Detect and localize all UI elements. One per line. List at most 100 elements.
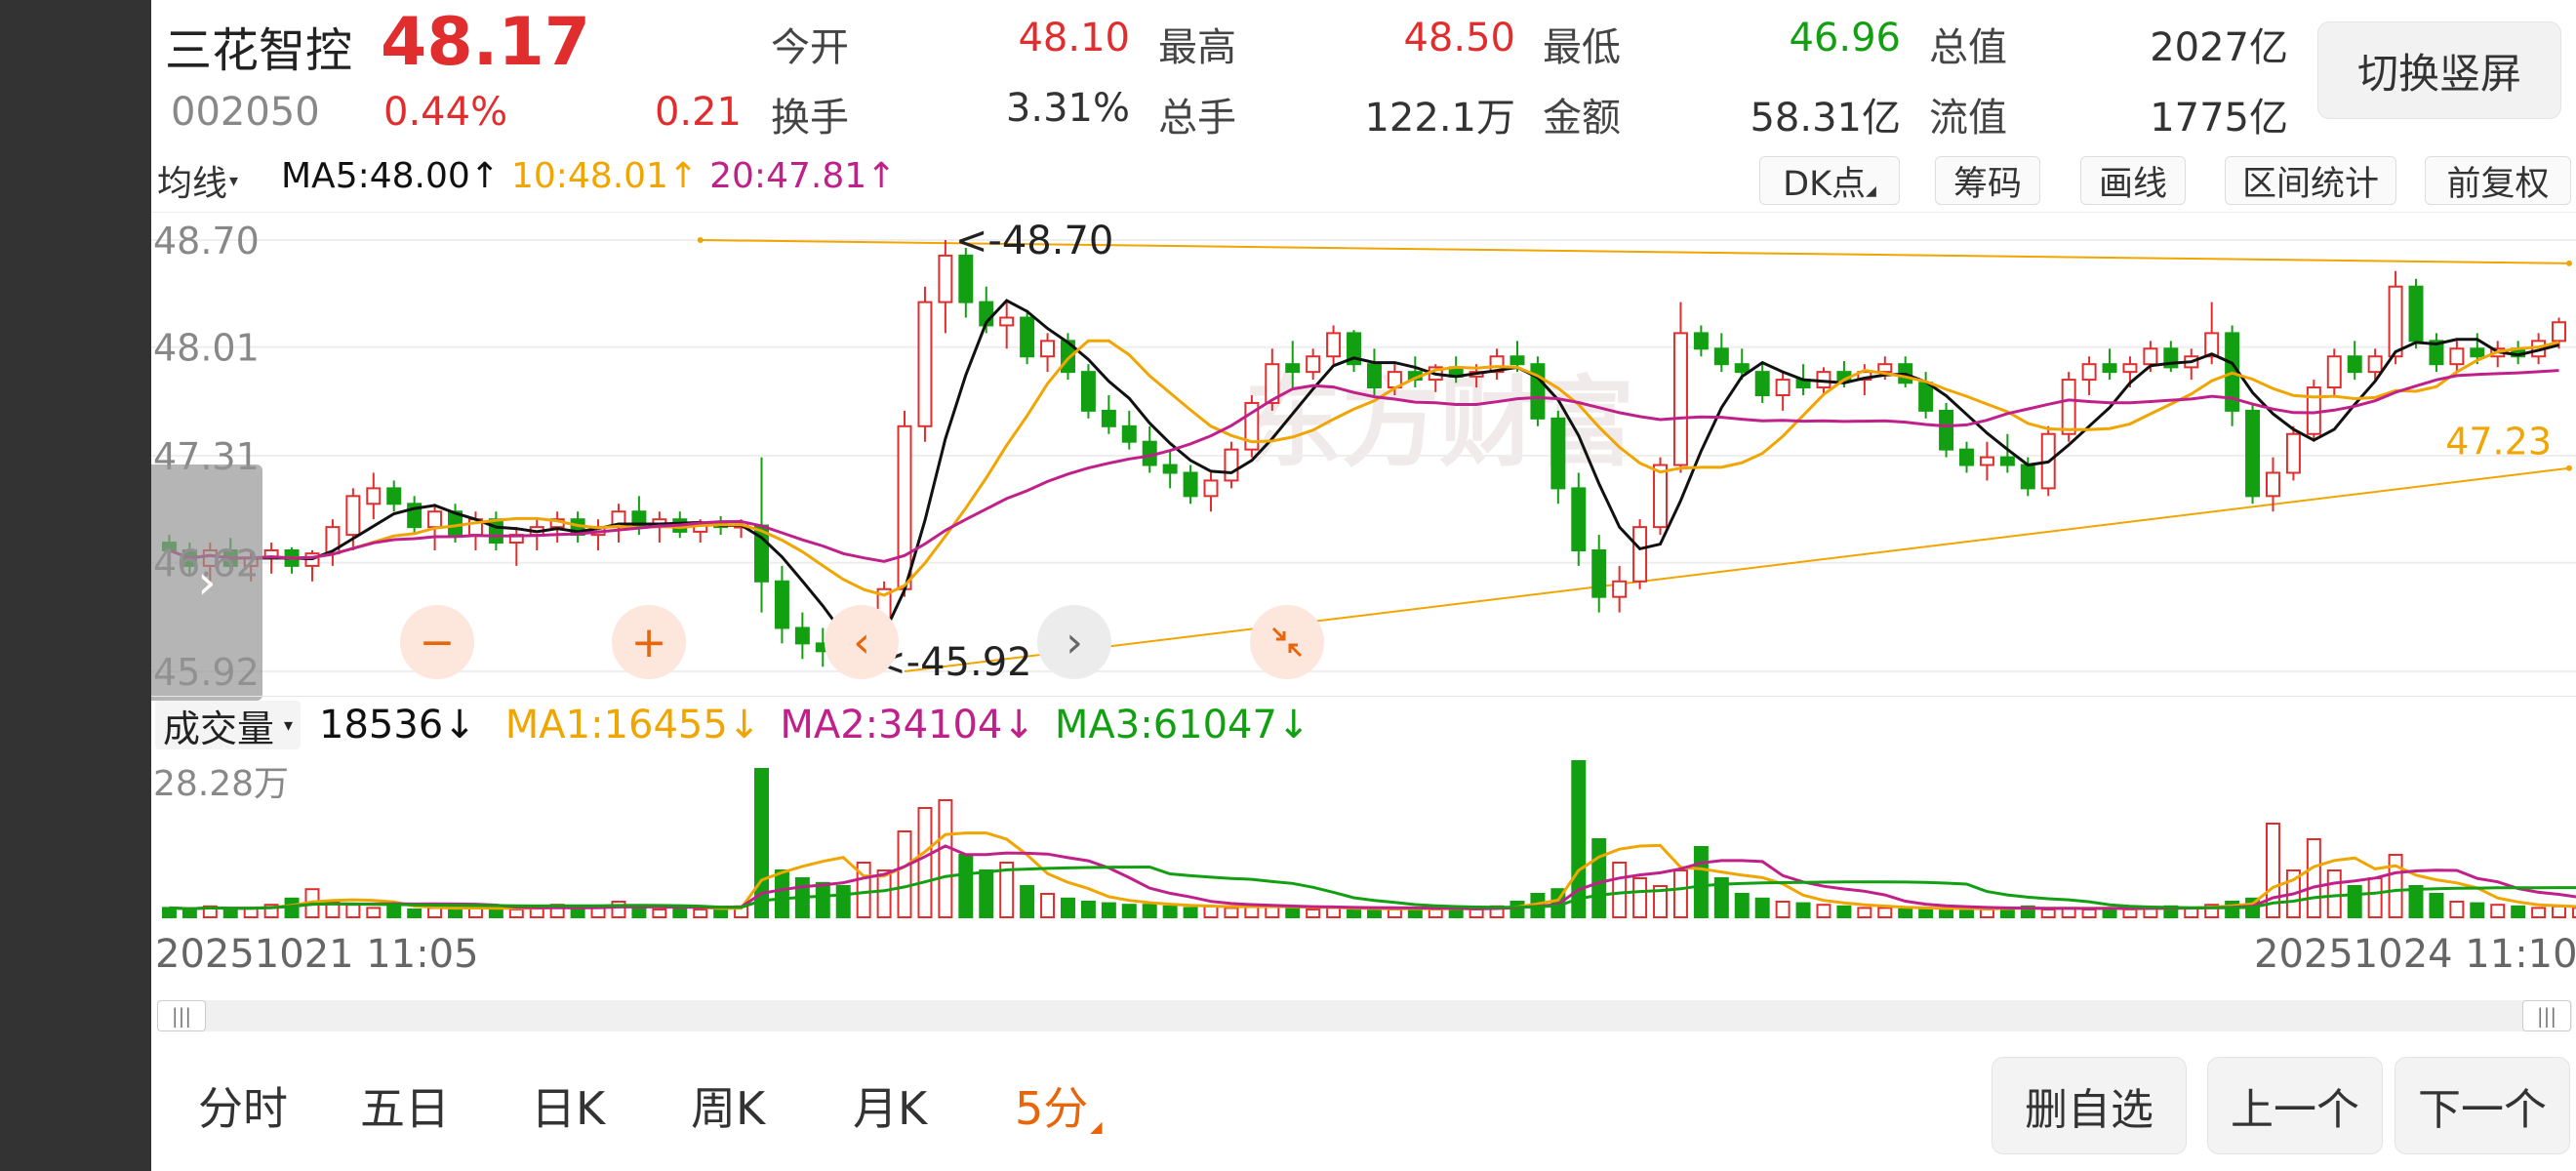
volume-bar [2347, 885, 2362, 918]
tab-monthly-k[interactable]: 月K [853, 1073, 927, 1138]
candle-body [1101, 409, 1116, 427]
dk-point-label: DK点 [1783, 164, 1867, 204]
plus-icon: + [630, 617, 667, 667]
candle-body [1939, 409, 1954, 451]
reset-zoom-button[interactable] [1250, 605, 1324, 679]
trendline-value-label: 47.23 [2445, 421, 2552, 464]
minus-icon: − [419, 617, 456, 667]
indicator-selector[interactable]: 成交量 ▾ [155, 701, 302, 750]
volume-bar [345, 904, 361, 918]
scroll-left-button[interactable]: ‹ [825, 605, 899, 679]
candle-body [1672, 332, 1688, 466]
indicator-selector-label: 成交量 [163, 707, 275, 750]
tab-5min-label: 5分 [1015, 1082, 1089, 1135]
volume-bar [2511, 905, 2526, 919]
tab-daily-k[interactable]: 日K [531, 1073, 605, 1138]
vol-ma2-value: MA2:34104 [780, 703, 1003, 747]
volume-bar [1754, 897, 1770, 919]
volume-bar [979, 869, 994, 918]
collapse-icon [1271, 626, 1303, 658]
candle-body [386, 487, 402, 505]
range-stats-button[interactable]: 区间统计 [2225, 156, 2396, 205]
candle-body [1979, 456, 1994, 466]
zoom-in-button[interactable]: + [612, 605, 686, 679]
candle-body [2285, 432, 2301, 474]
draw-line-button[interactable]: 画线 [2080, 156, 2186, 205]
candle-body [2449, 347, 2465, 366]
stat-value: 1775亿 [2150, 96, 2288, 141]
time-start-label: 20251021 11:05 [155, 932, 479, 977]
chart-scroll-left-tab[interactable]: › [151, 464, 262, 701]
candle-body [1121, 424, 1137, 443]
candle-body [774, 580, 789, 629]
volume-bar [1121, 904, 1137, 918]
volume-bar [2429, 893, 2444, 918]
candle-body [345, 495, 361, 537]
vol-ma3-line [169, 865, 2576, 910]
volume-bar [1734, 893, 1750, 918]
candle-body [1571, 487, 1587, 551]
volume-bar [1326, 907, 1342, 918]
tab-weekly-k[interactable]: 周K [691, 1073, 765, 1138]
scroll-right-button[interactable]: › [1037, 605, 1111, 679]
price-axis-label: 48.70 [153, 220, 260, 262]
candle-body [1285, 363, 1301, 374]
timeline-scrollbar[interactable] [157, 1000, 2572, 1031]
tab-timeshare[interactable]: 分时 [198, 1073, 288, 1138]
volume-bar [2081, 909, 2097, 918]
candle-body [2265, 471, 2280, 498]
remove-watchlist-button[interactable]: 删自选 [1992, 1057, 2187, 1154]
scrollbar-right-handle[interactable]: ||| [2522, 1000, 2571, 1031]
volume-bar [407, 909, 423, 918]
candle-body [1612, 580, 1628, 598]
stat-label: 总手 [1158, 96, 1236, 141]
volume-bar [1306, 909, 1321, 918]
volume-bar [1469, 909, 1484, 918]
volume-bar [631, 907, 647, 918]
arrow-down-icon: ↓ [727, 703, 761, 747]
high-marker-label: <-48.70 [955, 219, 1113, 263]
volume-bar [2306, 838, 2321, 918]
stock-price: 48.17 [381, 4, 591, 81]
candle-body [2122, 363, 2138, 374]
candle-body [794, 626, 810, 645]
stat-value: 48.10 [1018, 16, 1130, 61]
ma-selector[interactable]: 均线 ▾ [157, 158, 238, 204]
zoom-out-button[interactable]: − [400, 605, 474, 679]
volume-bar [1203, 905, 1219, 919]
volume-bar [652, 909, 667, 918]
volume-bar [1775, 901, 1791, 918]
volume-bar [693, 909, 708, 918]
stat-value: 48.50 [1403, 16, 1515, 61]
dk-point-button[interactable]: DK点 ◢ [1759, 156, 1900, 205]
volume-bar [2326, 869, 2342, 918]
candle-body [2061, 379, 2076, 435]
candle-body [2020, 464, 2035, 490]
stat-value: 58.31亿 [1750, 96, 1901, 141]
tab-5min[interactable]: 5分 ◢ [1015, 1073, 1103, 1138]
volume-bar [1857, 907, 1872, 918]
chips-button[interactable]: 筹码 [1935, 156, 2040, 205]
volume-bar [938, 799, 953, 918]
candle-body [1775, 379, 1791, 396]
corner-triangle-icon: ◢ [1866, 183, 1876, 199]
ma10-value: 10:48.01 [510, 156, 668, 196]
trendline-anchor [2566, 464, 2572, 471]
ma-selector-label: 均线 [157, 164, 228, 204]
price-adjust-button[interactable]: 前复权 [2425, 156, 2571, 205]
volume-bar [1347, 909, 1362, 918]
volume-current: 18536 [319, 703, 444, 747]
candle-body [1734, 363, 1750, 374]
tab-five-day[interactable]: 五日 [360, 1073, 450, 1138]
volume-bar [835, 885, 851, 918]
price-chart[interactable]: 东方财富 47.23 48.7048.0147.3146.6245.92 <-4… [151, 213, 2576, 691]
volume-bar [672, 907, 688, 918]
next-stock-button[interactable]: 下一个 [2395, 1057, 2570, 1154]
toggle-portrait-button[interactable]: 切换竖屏 [2317, 21, 2561, 119]
scrollbar-left-handle[interactable]: ||| [157, 1000, 206, 1031]
volume-bar [1979, 909, 1994, 918]
previous-stock-button[interactable]: 上一个 [2207, 1057, 2383, 1154]
candle-body [1959, 448, 1974, 466]
vol-ma1-value: MA1:16455 [504, 703, 728, 747]
volume-chart[interactable]: 28.28万 [151, 756, 2576, 920]
